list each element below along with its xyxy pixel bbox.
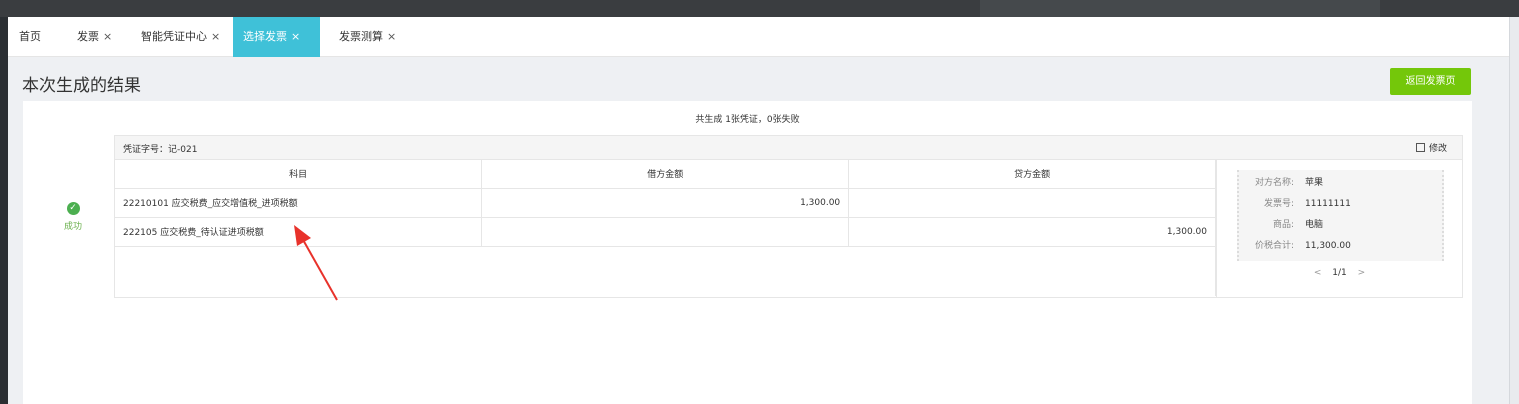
pager-current: 1/1: [1332, 268, 1347, 278]
app-window: 首页 发票 × 智能凭证中心 × 选择发票 × 发票测算 × 本次生成的结果 返回发票页…: [8, 17, 1509, 404]
tab-voucher-center[interactable]: 智能凭证中心 ×: [141, 17, 220, 57]
pager: < 1/1 >: [1217, 268, 1462, 278]
return-invoice-button[interactable]: 返回发票页: [1390, 68, 1471, 95]
tab-select-invoice[interactable]: 选择发票 ×: [233, 17, 320, 57]
info-row-invoice-no: 发票号: 11111111: [1239, 197, 1442, 211]
tab-bar: 首页 发票 × 智能凭证中心 × 选择发票 × 发票测算 ×: [8, 17, 1509, 57]
edit-icon: [1415, 143, 1425, 152]
tab-invoice[interactable]: 发票 ×: [77, 17, 112, 57]
info-row-counterparty: 对方名称: 苹果: [1239, 176, 1442, 190]
invoice-side-panel: 对方名称: 苹果 发票号: 11111111 商品: 电脑 价税合计: 11,3…: [1216, 160, 1462, 297]
tab-home[interactable]: 首页: [19, 17, 41, 57]
voucher-card: 凭证字号：记-021 修改 科目 借方金额 贷方金额 22210101 应交税费…: [114, 135, 1463, 298]
table-row: 22210101 应交税费_应交增值税_进项税额 1,300.00: [115, 188, 1216, 218]
table-header-row: 科目 借方金额 贷方金额: [115, 160, 1216, 189]
subject-cell: 222105 应交税费_待认证进项税额: [115, 217, 483, 247]
voucher-entries-table: 科目 借方金额 贷方金额 22210101 应交税费_应交增值税_进项税额 1,…: [115, 160, 1216, 296]
info-value: 11111111: [1305, 199, 1351, 209]
tab-label: 选择发票: [243, 30, 287, 43]
info-key: 价税合计:: [1254, 241, 1294, 251]
tab-label: 智能凭证中心: [141, 30, 207, 43]
status-label: 成功: [63, 222, 82, 232]
pager-next-button[interactable]: >: [1358, 268, 1366, 278]
column-header-credit: 贷方金额: [848, 160, 1216, 189]
credit-cell: [848, 188, 1216, 218]
close-icon[interactable]: ×: [103, 30, 112, 43]
close-icon[interactable]: ×: [211, 30, 220, 43]
pager-prev-button[interactable]: <: [1314, 268, 1322, 278]
column-header-debit: 借方金额: [481, 160, 850, 189]
info-value: 苹果: [1305, 178, 1324, 188]
tab-label: 首页: [19, 30, 41, 43]
tab-label: 发票测算: [339, 30, 383, 43]
info-key: 对方名称:: [1254, 178, 1294, 188]
info-key: 发票号:: [1263, 199, 1294, 209]
close-icon[interactable]: ×: [387, 30, 396, 43]
debit-cell: 1,300.00: [481, 188, 850, 218]
credit-cell: 1,300.00: [848, 217, 1216, 247]
empty-cell: [115, 246, 1216, 296]
column-header-subject: 科目: [115, 160, 483, 189]
info-value: 11,300.00: [1305, 241, 1351, 251]
table-row: 222105 应交税费_待认证进项税额 1,300.00: [115, 217, 1216, 247]
info-key: 商品:: [1272, 220, 1294, 230]
generation-summary: 共生成 1张凭证，0张失败: [695, 115, 800, 125]
result-panel: 共生成 1张凭证，0张失败 ✓ 成功 凭证字号：记-021 修改 科目 借方金额…: [23, 101, 1472, 404]
status-indicator: ✓ 成功: [53, 202, 93, 232]
debit-cell: [481, 217, 850, 247]
modify-label: 修改: [1428, 144, 1447, 154]
info-value: 电脑: [1305, 220, 1324, 230]
subject-cell: 22210101 应交税费_应交增值税_进项税额: [115, 188, 483, 218]
invoice-info-box: 对方名称: 苹果 发票号: 11111111 商品: 电脑 价税合计: 11,3…: [1237, 170, 1444, 261]
close-icon[interactable]: ×: [291, 30, 300, 43]
check-circle-icon: ✓: [66, 202, 80, 215]
info-row-product: 商品: 电脑: [1239, 218, 1442, 232]
voucher-number: 凭证字号：记-021: [123, 145, 198, 155]
modify-button[interactable]: 修改: [1415, 141, 1447, 154]
background-toolbar-ghost: [980, 0, 1380, 17]
top-window-strip: [0, 0, 1519, 17]
info-row-total: 价税合计: 11,300.00: [1239, 239, 1442, 253]
tab-invoice-calc[interactable]: 发票测算 ×: [339, 17, 396, 57]
tab-label: 发票: [77, 30, 99, 43]
left-window-edge: [0, 17, 8, 404]
page-title: 本次生成的结果: [22, 76, 141, 96]
voucher-header: 凭证字号：记-021 修改: [115, 136, 1462, 160]
table-empty-row: [115, 246, 1216, 296]
right-scrollbar[interactable]: [1509, 17, 1519, 404]
